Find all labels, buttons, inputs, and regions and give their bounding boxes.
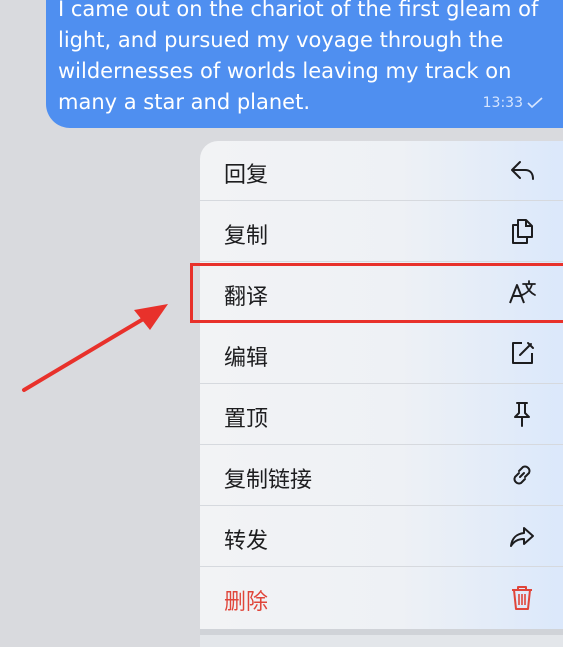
annotation-arrow — [22, 304, 168, 392]
